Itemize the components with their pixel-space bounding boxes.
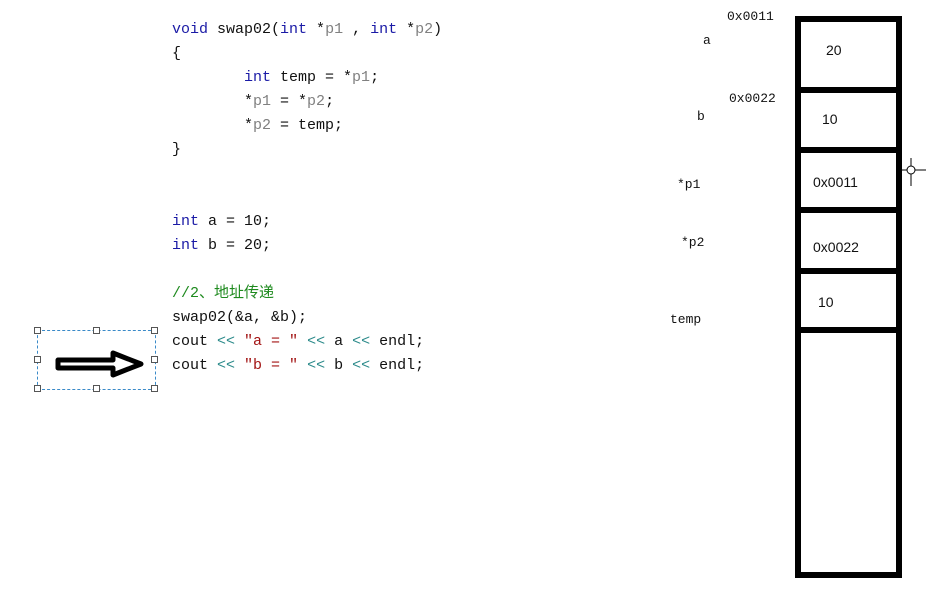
code-token: "a = ": [244, 333, 299, 350]
code-token: int: [280, 21, 308, 38]
code-token: <<: [307, 333, 326, 350]
code-token: endl;: [370, 333, 425, 350]
resize-handle[interactable]: [34, 385, 41, 392]
code-token: ;: [370, 69, 380, 86]
code-token: p1: [253, 93, 272, 110]
code-token: <<: [217, 357, 236, 374]
code-line: int temp = *p1;: [172, 66, 442, 90]
label-a: a: [703, 33, 711, 48]
code-token: *: [307, 21, 326, 38]
divider: [801, 147, 896, 153]
code-line: }: [172, 138, 442, 162]
code-token: void: [172, 21, 209, 38]
cell-value-p1: 0x0011: [813, 174, 858, 190]
code-token: cout: [172, 333, 218, 350]
code-token: }: [172, 141, 182, 158]
crosshair-cursor-icon: [896, 158, 926, 186]
resize-handle[interactable]: [151, 356, 158, 363]
code-token: p1: [325, 21, 344, 38]
code-token: int: [370, 21, 398, 38]
cell-value-a: 20: [826, 42, 842, 58]
code-token: b: [325, 357, 353, 374]
code-token: swap02(: [208, 21, 281, 38]
code-token: p2: [253, 117, 272, 134]
divider: [801, 327, 896, 333]
code-token: <<: [352, 333, 371, 350]
code-token: int: [244, 69, 272, 86]
code-token: ): [433, 21, 443, 38]
code-token: *: [172, 93, 254, 110]
code-line: cout << "b = " << b << endl;: [172, 354, 442, 378]
code-line: *p2 = temp;: [172, 114, 442, 138]
divider: [801, 207, 896, 213]
label-p2: *p2: [681, 235, 705, 250]
memory-diagram: [795, 16, 902, 578]
code-token: <<: [352, 357, 371, 374]
code-line: cout << "a = " << a << endl;: [172, 330, 442, 354]
cell-value-p2: 0x0022: [813, 239, 859, 255]
code-line: *p1 = *p2;: [172, 90, 442, 114]
code-token: ,: [343, 21, 371, 38]
label-p1: *p1: [677, 177, 701, 192]
code-token: = *: [271, 93, 308, 110]
address-a: 0x0011: [727, 9, 774, 24]
code-token: {: [172, 45, 182, 62]
code-token: b = 20;: [199, 237, 272, 254]
resize-handle[interactable]: [34, 356, 41, 363]
code-token: endl;: [370, 357, 425, 374]
code-token: swap02(&a, &b);: [172, 309, 308, 326]
code-token: = temp;: [271, 117, 344, 134]
code-block: void swap02(int *p1 , int *p2){ int temp…: [172, 18, 442, 378]
cell-value-b: 10: [822, 111, 838, 127]
code-token: *: [172, 117, 254, 134]
code-token: p2: [415, 21, 434, 38]
code-token: <<: [307, 357, 326, 374]
resize-handle[interactable]: [151, 385, 158, 392]
code-token: ;: [325, 93, 335, 110]
code-token: p2: [307, 93, 326, 110]
label-temp: temp: [670, 312, 702, 327]
code-line: //2、地址传递: [172, 282, 442, 306]
code-token: p1: [352, 69, 371, 86]
divider: [801, 268, 896, 274]
resize-handle[interactable]: [93, 385, 100, 392]
code-line: swap02(&a, &b);: [172, 306, 442, 330]
code-token: *: [397, 21, 416, 38]
label-b: b: [697, 109, 705, 124]
code-token: int: [172, 237, 200, 254]
right-arrow-icon[interactable]: [55, 348, 145, 380]
code-token: temp = *: [271, 69, 353, 86]
code-line: void swap02(int *p1 , int *p2): [172, 18, 442, 42]
resize-handle[interactable]: [93, 327, 100, 334]
code-token: //2、地址传递: [172, 285, 275, 302]
code-token: <<: [217, 333, 236, 350]
code-token: "b = ": [244, 357, 299, 374]
code-line: int a = 10;: [172, 210, 442, 234]
address-b: 0x0022: [729, 91, 776, 106]
code-token: cout: [172, 357, 218, 374]
code-token: int: [172, 213, 200, 230]
resize-handle[interactable]: [34, 327, 41, 334]
code-line: int b = 20;: [172, 234, 442, 258]
divider: [801, 87, 896, 93]
resize-handle[interactable]: [151, 327, 158, 334]
code-token: a: [325, 333, 353, 350]
code-line: {: [172, 42, 442, 66]
code-token: a = 10;: [199, 213, 272, 230]
cell-value-temp: 10: [818, 294, 834, 310]
